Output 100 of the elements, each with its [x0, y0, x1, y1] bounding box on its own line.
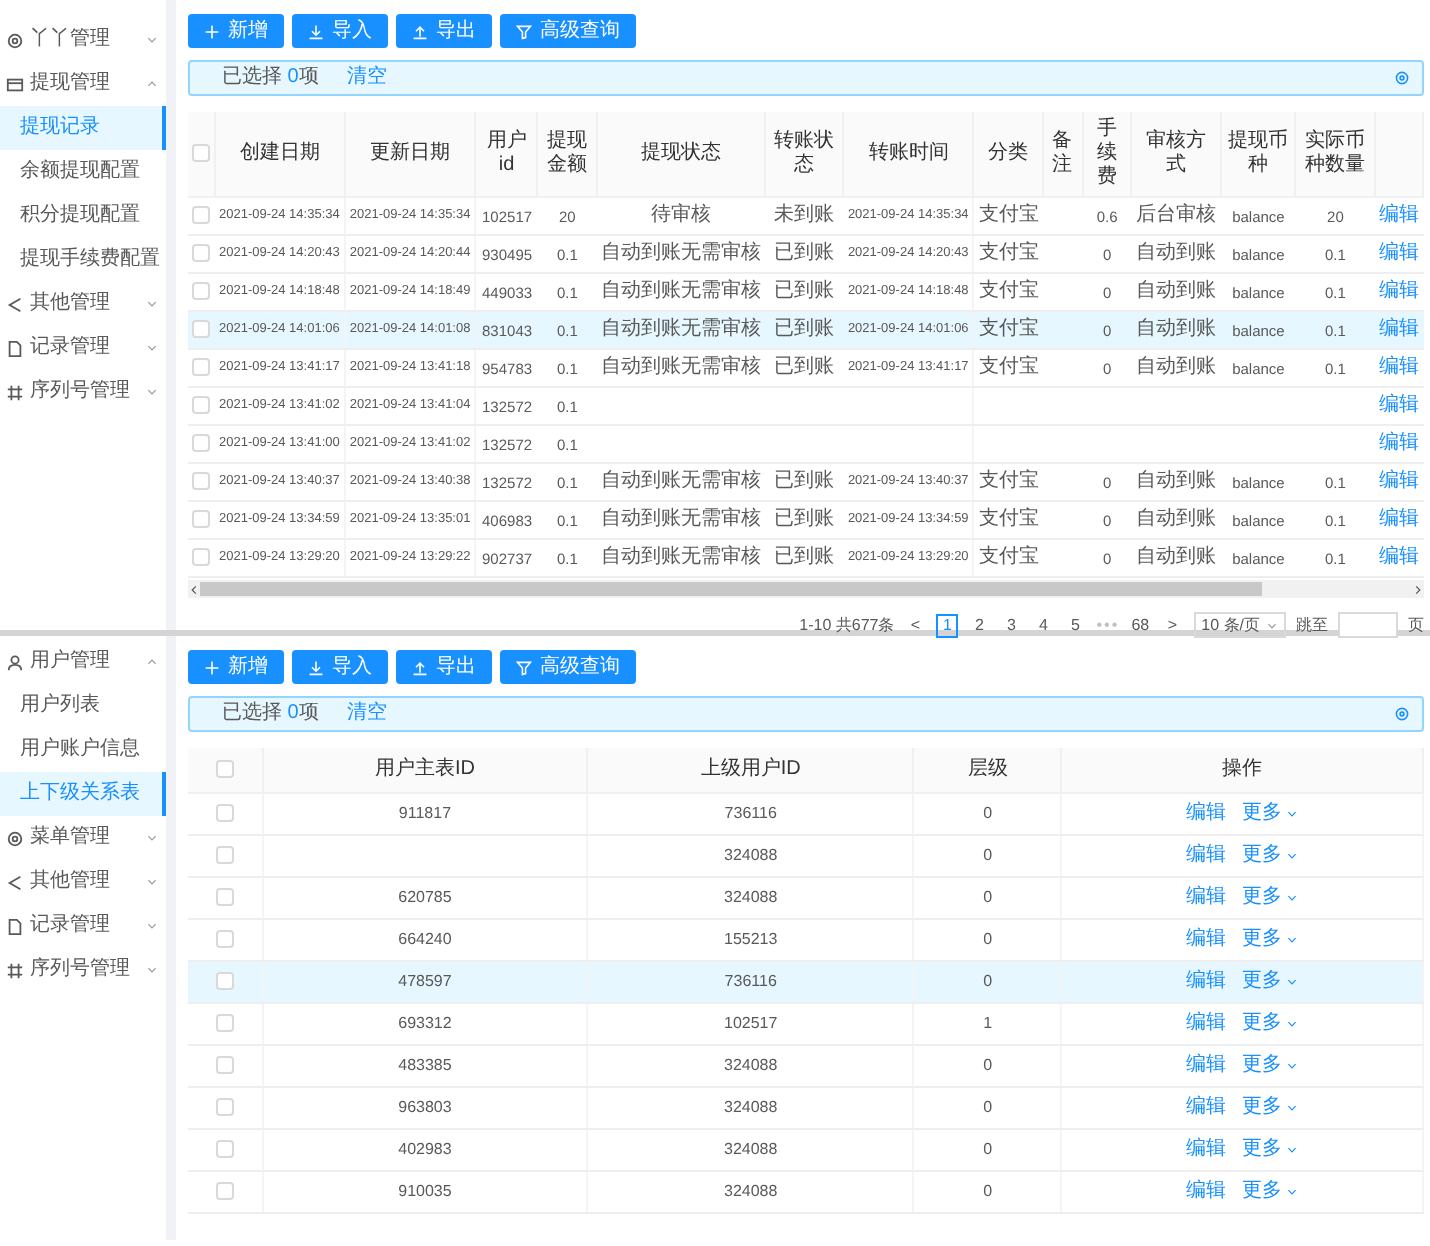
more-link[interactable]: 更多: [1242, 1011, 1299, 1035]
checkbox[interactable]: [192, 205, 211, 224]
checkbox[interactable]: [215, 1182, 234, 1201]
sidebar-item[interactable]: 上下级关系表: [0, 772, 166, 816]
more-link[interactable]: 更多: [1242, 1137, 1299, 1161]
checkbox[interactable]: [192, 143, 210, 162]
edit-link[interactable]: 编辑: [1186, 801, 1227, 823]
edit-link[interactable]: 编辑: [1378, 394, 1419, 416]
edit-link[interactable]: 编辑: [1186, 927, 1227, 949]
sidebar-item[interactable]: 记录管理: [0, 904, 166, 948]
more-link[interactable]: 更多: [1242, 1095, 1299, 1119]
edit-link[interactable]: 编辑: [1186, 969, 1227, 991]
checkbox[interactable]: [215, 1014, 234, 1033]
sidebar-item[interactable]: 积分提现配置: [0, 194, 166, 238]
edit-link[interactable]: 编辑: [1378, 508, 1419, 530]
checkbox[interactable]: [192, 547, 211, 566]
clear-link[interactable]: 清空: [346, 702, 387, 726]
sidebar-item[interactable]: 其他管理: [0, 282, 166, 326]
table-row[interactable]: 963803 324088 0 编辑 更多: [188, 1086, 1423, 1128]
sidebar-item[interactable]: 其他管理: [0, 860, 166, 904]
edit-link[interactable]: 编辑: [1378, 470, 1419, 492]
edit-link[interactable]: 编辑: [1378, 242, 1419, 264]
sidebar-item[interactable]: 菜单管理: [0, 816, 166, 860]
page-link[interactable]: 5: [1064, 613, 1087, 637]
checkbox[interactable]: [215, 846, 234, 865]
page-size-select[interactable]: 10 条/页: [1193, 612, 1286, 638]
edit-link[interactable]: 编辑: [1186, 843, 1227, 865]
table-row[interactable]: 402983 324088 0 编辑 更多: [188, 1128, 1423, 1170]
sidebar-item[interactable]: 提现管理: [0, 62, 166, 106]
sidebar-item[interactable]: 用户账户信息: [0, 728, 166, 772]
edit-link[interactable]: 编辑: [1378, 204, 1419, 226]
checkbox[interactable]: [192, 433, 211, 452]
table-row[interactable]: 693312 102517 1 编辑 更多: [188, 1002, 1423, 1044]
edit-link[interactable]: 编辑: [1186, 1179, 1227, 1201]
more-link[interactable]: 更多: [1242, 801, 1299, 825]
page-link[interactable]: 3: [1000, 613, 1023, 637]
more-link[interactable]: 更多: [1242, 927, 1299, 951]
checkbox[interactable]: [215, 759, 234, 778]
table-row[interactable]: 664240 155213 0 编辑 更多: [188, 918, 1423, 960]
edit-link[interactable]: 编辑: [1186, 1137, 1227, 1159]
checkbox[interactable]: [215, 804, 234, 823]
checkbox[interactable]: [215, 1056, 234, 1075]
sidebar-item[interactable]: 余额提现配置: [0, 150, 166, 194]
next-page-link[interactable]: >: [1161, 613, 1184, 637]
table-row[interactable]: 483385 324088 0 编辑 更多: [188, 1044, 1423, 1086]
toolbar-button[interactable]: 导入: [292, 14, 388, 48]
sidebar-item[interactable]: 用户列表: [0, 684, 166, 728]
more-pages-link[interactable]: •••: [1096, 613, 1120, 637]
checkbox[interactable]: [215, 1140, 234, 1159]
checkbox[interactable]: [192, 243, 211, 262]
page-link[interactable]: 4: [1032, 613, 1055, 637]
table-row[interactable]: 910035 324088 0 编辑 更多: [188, 1170, 1423, 1212]
more-link[interactable]: 更多: [1242, 969, 1299, 993]
edit-link[interactable]: 编辑: [1186, 1095, 1227, 1117]
toolbar-button[interactable]: 导入: [292, 650, 388, 684]
checkbox[interactable]: [215, 972, 234, 991]
checkbox[interactable]: [192, 471, 211, 490]
sidebar-item[interactable]: 丫丫管理: [0, 18, 166, 62]
more-link[interactable]: 更多: [1242, 885, 1299, 909]
sidebar-item[interactable]: 序列号管理: [0, 948, 166, 992]
checkbox[interactable]: [215, 930, 234, 949]
toolbar-button[interactable]: 导出: [396, 650, 492, 684]
sidebar-item[interactable]: 记录管理: [0, 326, 166, 370]
sidebar-item[interactable]: 提现手续费配置: [0, 238, 166, 282]
checkbox[interactable]: [215, 888, 234, 907]
toolbar-button[interactable]: 新增: [188, 14, 284, 48]
previous-page-link[interactable]: <: [904, 613, 927, 637]
more-link[interactable]: 更多: [1242, 843, 1299, 867]
more-link[interactable]: 更多: [1242, 1179, 1299, 1203]
table-row[interactable]: 478597 736116 0 编辑 更多: [188, 960, 1423, 1002]
edit-link[interactable]: 编辑: [1378, 356, 1419, 378]
checkbox[interactable]: [215, 1098, 234, 1117]
table-row[interactable]: 324088 0 编辑 更多: [188, 834, 1423, 876]
edit-link[interactable]: 编辑: [1186, 1053, 1227, 1075]
sidebar-item[interactable]: 序列号管理: [0, 370, 166, 414]
checkbox[interactable]: [192, 319, 211, 338]
page-link[interactable]: 1: [936, 613, 959, 637]
toolbar-button[interactable]: 导出: [396, 14, 492, 48]
sidebar-item[interactable]: 提现记录: [0, 106, 166, 150]
toolbar-button[interactable]: 高级查询: [500, 650, 636, 684]
page-input[interactable]: [1338, 612, 1398, 638]
edit-link[interactable]: 编辑: [1378, 280, 1419, 302]
checkbox[interactable]: [192, 509, 211, 528]
clear-link[interactable]: 清空: [346, 66, 387, 90]
checkbox[interactable]: [192, 395, 211, 414]
checkbox[interactable]: [192, 281, 211, 300]
toolbar-button[interactable]: 新增: [188, 650, 284, 684]
table-row[interactable]: 911817 736116 0 编辑 更多: [188, 792, 1423, 834]
page-link[interactable]: 68: [1129, 613, 1152, 637]
more-link[interactable]: 更多: [1242, 1053, 1299, 1077]
checkbox[interactable]: [192, 357, 211, 376]
sidebar-item[interactable]: 用户管理: [0, 640, 166, 684]
edit-link[interactable]: 编辑: [1378, 432, 1419, 454]
edit-link[interactable]: 编辑: [1186, 1011, 1227, 1033]
table-row[interactable]: 620785 324088 0 编辑 更多: [188, 876, 1423, 918]
page-link[interactable]: 2: [968, 613, 991, 637]
edit-link[interactable]: 编辑: [1378, 546, 1419, 568]
scrollbar-thumb[interactable]: [200, 582, 1263, 596]
edit-link[interactable]: 编辑: [1186, 885, 1227, 907]
toolbar-button[interactable]: 高级查询: [500, 14, 636, 48]
